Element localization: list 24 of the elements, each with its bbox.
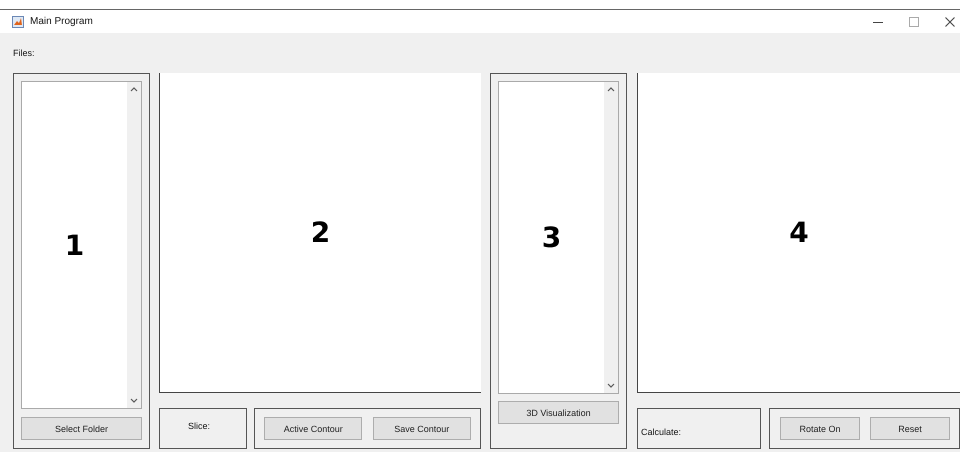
select-folder-button[interactable]: Select Folder <box>21 417 142 440</box>
window-title: Main Program <box>30 16 93 27</box>
close-icon[interactable] <box>945 16 955 26</box>
scrollbar[interactable] <box>127 82 141 408</box>
annotation-number: 1 <box>64 228 84 262</box>
app-icon <box>12 16 24 28</box>
calculate-label: Calculate: <box>641 426 682 436</box>
scroll-down-icon[interactable] <box>130 398 138 403</box>
scroll-up-icon[interactable] <box>607 87 615 92</box>
files-label: Files: <box>13 48 35 58</box>
volume-listbox[interactable]: 3 <box>498 81 619 394</box>
active-contour-button[interactable]: Active Contour <box>264 417 362 440</box>
save-contour-button[interactable]: Save Contour <box>372 417 471 440</box>
reset-button[interactable]: Reset <box>870 417 950 440</box>
annotation-number: 3 <box>542 221 562 254</box>
annotation-number: 4 <box>789 216 809 249</box>
scroll-up-icon[interactable] <box>130 87 138 92</box>
scroll-down-icon[interactable] <box>607 383 615 388</box>
rotate-button[interactable]: Rotate On <box>780 417 860 440</box>
slice-label: Slice: <box>188 421 210 431</box>
3d-visualization-button[interactable]: 3D Visualization <box>498 401 619 424</box>
file-listbox[interactable]: 1 <box>21 81 142 409</box>
annotation-number: 2 <box>310 216 330 249</box>
scrollbar[interactable] <box>604 82 618 393</box>
